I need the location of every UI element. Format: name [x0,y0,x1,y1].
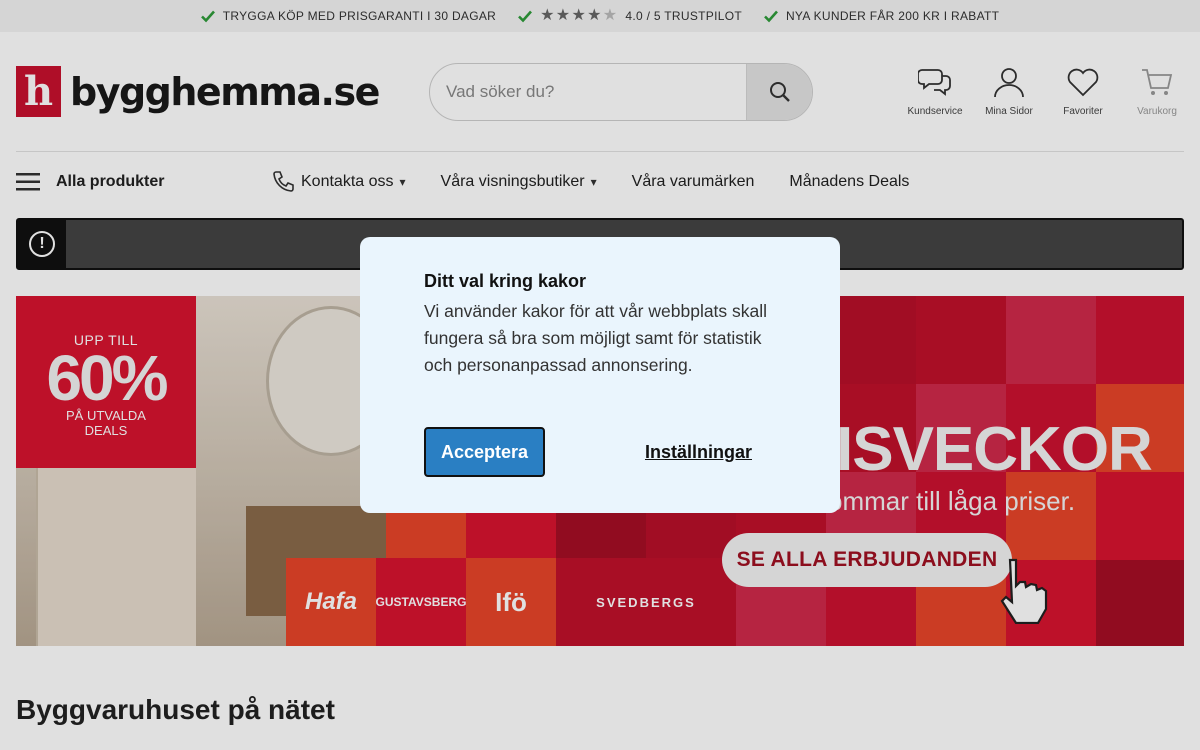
cookie-text: Vi använder kakor för att vår webbplats … [424,301,768,375]
cookie-actions: Acceptera Inställningar [424,427,776,477]
accept-cookies-button[interactable]: Acceptera [424,427,545,477]
cookie-title: Ditt val kring kakor [424,271,587,291]
cookie-consent-dialog: Ditt val kring kakor Vi använder kakor f… [360,237,840,513]
cookie-settings-link[interactable]: Inställningar [645,442,752,463]
